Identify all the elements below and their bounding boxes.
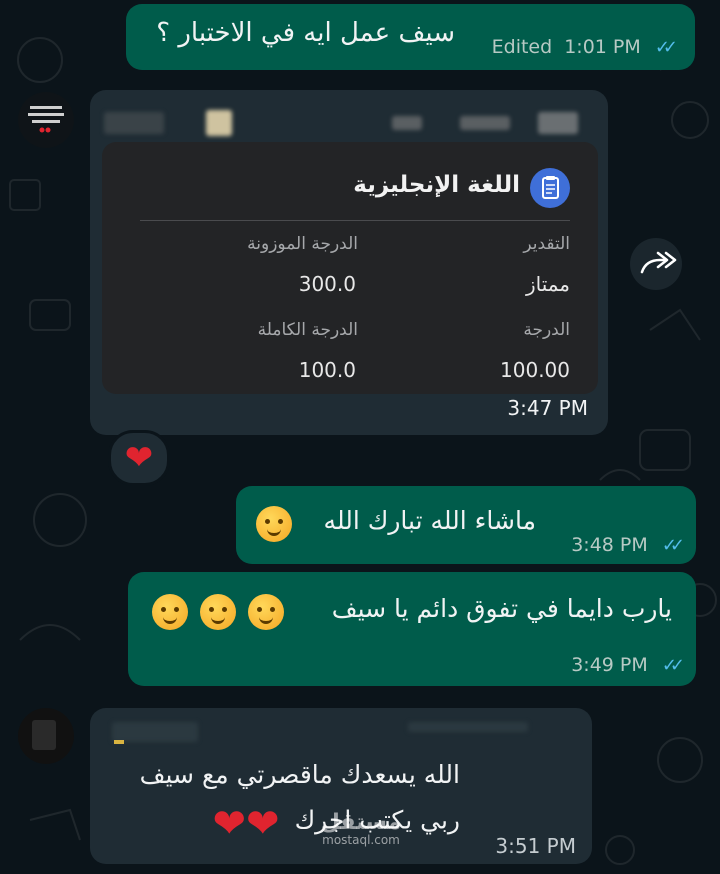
avatar-image-icon: [32, 720, 56, 750]
score-value: 100.00: [500, 358, 570, 382]
message-outgoing-1[interactable]: سيف عمل ايه في الاختبار ؟ Edited 1:01 PM…: [126, 4, 695, 70]
reaction-badge[interactable]: ❤: [108, 430, 170, 486]
watermark-brand: مستقل: [320, 810, 402, 835]
weighted-score-label: الدرجة الموزونة: [247, 234, 358, 254]
read-ticks-icon: ✓✓: [654, 37, 678, 58]
message-meta: 3:48 PM ✓✓: [571, 534, 685, 556]
smiling-face-hearts-icon: [152, 594, 284, 630]
message-meta: 3:49 PM ✓✓: [571, 654, 685, 676]
message-text: سيف عمل ايه في الاختبار ؟: [156, 18, 455, 48]
message-time: 3:49 PM: [571, 654, 648, 676]
heart-icon: ❤: [245, 801, 280, 847]
sender-name-redacted: [538, 112, 578, 134]
message-time: 1:01 PM: [564, 36, 641, 58]
sender-name-redacted: [112, 722, 198, 742]
message-meta: Edited 1:01 PM ✓✓: [491, 36, 678, 58]
forward-icon: [640, 251, 677, 274]
watermark-site: mostaql.com: [322, 833, 400, 847]
weighted-score-value: 300.0: [298, 272, 356, 296]
full-score-label: الدرجة الكاملة: [257, 320, 358, 340]
heart-icon: ❤: [124, 438, 154, 478]
edited-label: Edited: [491, 36, 553, 58]
full-score-value: 100.0: [298, 358, 356, 382]
subject-title: اللغة الإنجليزية: [353, 172, 520, 198]
heart-icon: ❤: [212, 801, 246, 847]
smiling-face-hearts-icon: [256, 506, 292, 542]
message-incoming-card[interactable]: اللغة الإنجليزية التقدير الدرجة الموزونة…: [90, 90, 608, 435]
sender-name-redacted: [114, 740, 124, 744]
contact-avatar[interactable]: [18, 708, 74, 764]
sender-name-redacted: [206, 110, 232, 136]
forward-button[interactable]: [630, 238, 682, 290]
avatar-image-icon: [28, 106, 64, 133]
message-text: يارب دايما في تفوق دائم يا سيف: [331, 594, 672, 623]
message-text: ماشاء الله تبارك الله: [323, 506, 536, 535]
sender-name-redacted: [392, 116, 422, 130]
message-time: 3:48 PM: [571, 534, 648, 556]
sender-name-redacted: [460, 116, 510, 130]
read-ticks-icon: ✓✓: [661, 655, 685, 676]
message-text-line1: الله يسعدك ماقصرتي مع سيف: [139, 760, 460, 789]
contact-avatar[interactable]: [18, 92, 74, 148]
sender-name-redacted: [104, 112, 164, 134]
sender-name-redacted: [408, 722, 528, 732]
grade-card-image[interactable]: اللغة الإنجليزية التقدير الدرجة الموزونة…: [102, 142, 598, 394]
message-time: 3:51 PM: [495, 834, 576, 858]
message-outgoing-2[interactable]: ماشاء الله تبارك الله 3:48 PM ✓✓: [236, 486, 696, 564]
watermark: مستقل mostaql.com: [306, 810, 416, 847]
grade-eval-label: التقدير: [523, 234, 570, 254]
grade-eval-value: ممتاز: [525, 272, 570, 296]
message-time: 3:47 PM: [507, 396, 588, 420]
subject-icon: [530, 168, 570, 208]
score-label: الدرجة: [523, 320, 570, 340]
message-outgoing-3[interactable]: يارب دايما في تفوق دائم يا سيف 3:49 PM ✓…: [128, 572, 696, 686]
read-ticks-icon: ✓✓: [661, 535, 685, 556]
card-divider: [140, 220, 570, 221]
